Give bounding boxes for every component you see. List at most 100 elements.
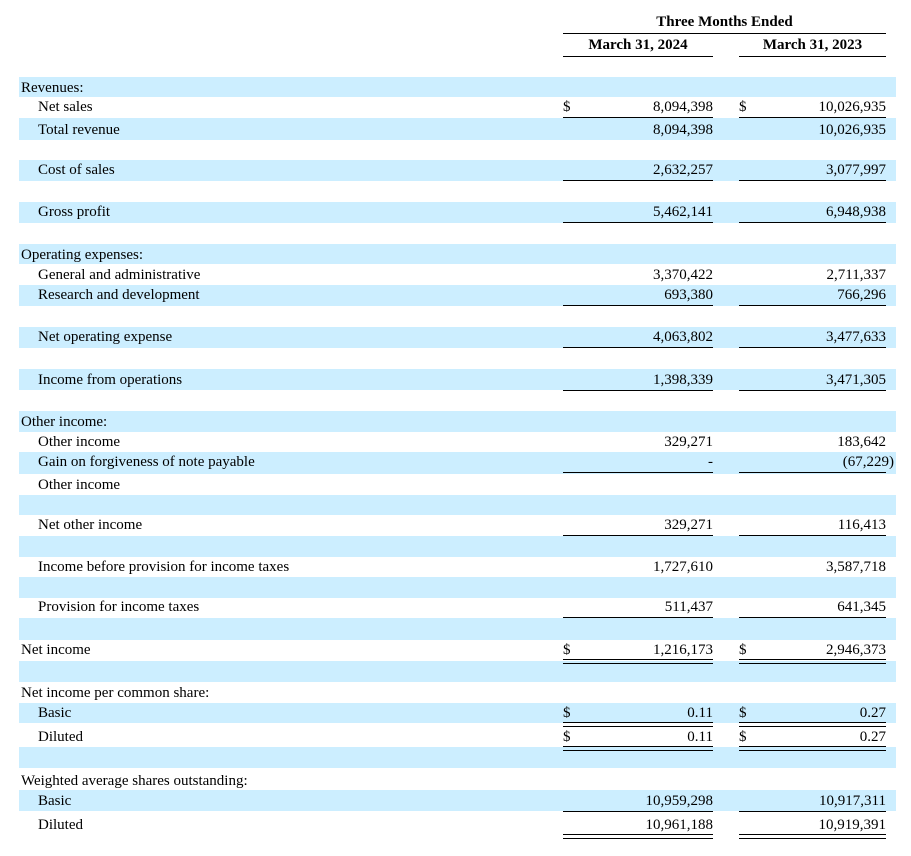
underline: [563, 811, 713, 812]
value-2023: 2,946,373: [826, 642, 886, 658]
underline: [739, 811, 886, 812]
value-2024: 693,380: [664, 287, 713, 303]
row-label-net-other-income: Net other income: [38, 517, 143, 533]
underline: [739, 305, 886, 306]
underline: [739, 617, 886, 618]
value-2024: 1,727,610: [653, 559, 713, 575]
value-2024: 5,462,141: [653, 204, 713, 220]
double-underline: [563, 722, 713, 727]
value-2024: 1,216,173: [653, 642, 713, 658]
value-2024: -: [708, 454, 713, 470]
row-label-other-income-2: Other income: [38, 477, 121, 493]
row-band: [19, 661, 896, 682]
value-2024: 2,632,257: [653, 162, 713, 178]
double-underline: [739, 722, 886, 727]
value-2023: 183,642: [837, 434, 886, 450]
row-band: [19, 495, 896, 515]
row-label-gain-on-forgiveness: Gain on forgiveness of note payable: [38, 454, 255, 470]
value-2023: (67,229): [842, 454, 894, 470]
underline: [563, 472, 713, 473]
section-heading-weighted-shares: Weighted average shares outstanding:: [21, 773, 248, 789]
double-underline: [563, 834, 713, 839]
underline: [739, 535, 886, 536]
value-2023: 116,413: [837, 517, 886, 533]
value-2023: 10,917,311: [819, 793, 886, 809]
row-label-net-sales: Net sales: [38, 99, 93, 115]
underline: [563, 222, 713, 223]
value-2024: 511,437: [664, 599, 713, 615]
row-label-net-income: Net income: [21, 642, 91, 658]
underline: [563, 180, 713, 181]
value-2023: 3,587,718: [826, 559, 886, 575]
value-2023: 766,296: [837, 287, 886, 303]
value-2024: 8,094,398: [653, 99, 713, 115]
double-underline: [563, 746, 713, 751]
value-2023: 641,345: [837, 599, 886, 615]
row-label-eps-basic: Basic: [38, 705, 72, 721]
underline: [739, 180, 886, 181]
value-2023: 3,477,633: [826, 329, 886, 345]
row-label-shares-basic: Basic: [38, 793, 72, 809]
section-heading-revenues: Revenues:: [21, 80, 84, 96]
value-2023: 0.27: [859, 705, 886, 721]
value-2024: 0.11: [687, 705, 713, 721]
value-2023: 10,026,935: [818, 99, 887, 115]
underline: [563, 617, 713, 618]
row-label-net-operating-expense: Net operating expense: [38, 329, 173, 345]
value-2023: 0.27: [859, 729, 886, 745]
header-rule: [563, 56, 713, 57]
row-band: [19, 577, 896, 598]
underline: [563, 117, 713, 118]
row-label-cost-of-sales: Cost of sales: [38, 162, 115, 178]
value-2024: 8,094,398: [653, 122, 713, 138]
header-rule: [739, 56, 886, 57]
row-label-total-revenue: Total revenue: [38, 122, 120, 138]
value-2024: 10,961,188: [645, 817, 714, 833]
underline: [563, 390, 713, 391]
value-2024: 0.11: [687, 729, 713, 745]
value-2023: 6,948,938: [826, 204, 886, 220]
value-2023: 10,026,935: [818, 122, 887, 138]
underline: [563, 535, 713, 536]
underline: [739, 222, 886, 223]
row-label-research-development: Research and development: [38, 287, 200, 303]
underline: [563, 347, 713, 348]
double-underline: [739, 834, 886, 839]
row-band: [19, 77, 896, 97]
row-label-general-admin: General and administrative: [38, 267, 201, 283]
double-underline: [563, 659, 713, 664]
value-2024: 4,063,802: [653, 329, 713, 345]
value-2024: 1,398,339: [653, 372, 713, 388]
section-heading-other-income: Other income:: [21, 414, 108, 430]
underline: [739, 117, 886, 118]
row-label-income-before-taxes: Income before provision for income taxes: [38, 559, 290, 575]
row-label-other-income: Other income: [38, 434, 121, 450]
value-2024: 329,271: [664, 434, 713, 450]
value-2024: 10,959,298: [645, 793, 714, 809]
row-band: [19, 618, 896, 640]
row-band: [19, 244, 896, 264]
row-label-income-from-operations: Income from operations: [38, 372, 183, 388]
value-2023: 3,471,305: [826, 372, 886, 388]
double-underline: [739, 746, 886, 751]
underline: [563, 305, 713, 306]
value-2023: 3,077,997: [826, 162, 886, 178]
underline: [739, 390, 886, 391]
column-group-header: Three Months Ended: [656, 14, 793, 30]
row-label-provision-income-taxes: Provision for income taxes: [38, 599, 200, 615]
section-heading-eps: Net income per common share:: [21, 685, 210, 701]
row-label-shares-diluted: Diluted: [38, 817, 83, 833]
section-heading-operating-expenses: Operating expenses:: [21, 247, 144, 263]
row-label-gross-profit: Gross profit: [38, 204, 111, 220]
row-label-eps-diluted: Diluted: [38, 729, 83, 745]
underline: [739, 472, 886, 473]
row-band: [19, 536, 896, 557]
value-2023: 10,919,391: [818, 817, 887, 833]
double-underline: [739, 659, 886, 664]
column-header-2023: March 31, 2023: [762, 37, 863, 53]
value-2024: 329,271: [664, 517, 713, 533]
value-2023: 2,711,337: [826, 267, 886, 283]
row-band: [19, 411, 896, 432]
header-rule: [563, 33, 886, 34]
value-2024: 3,370,422: [653, 267, 713, 283]
